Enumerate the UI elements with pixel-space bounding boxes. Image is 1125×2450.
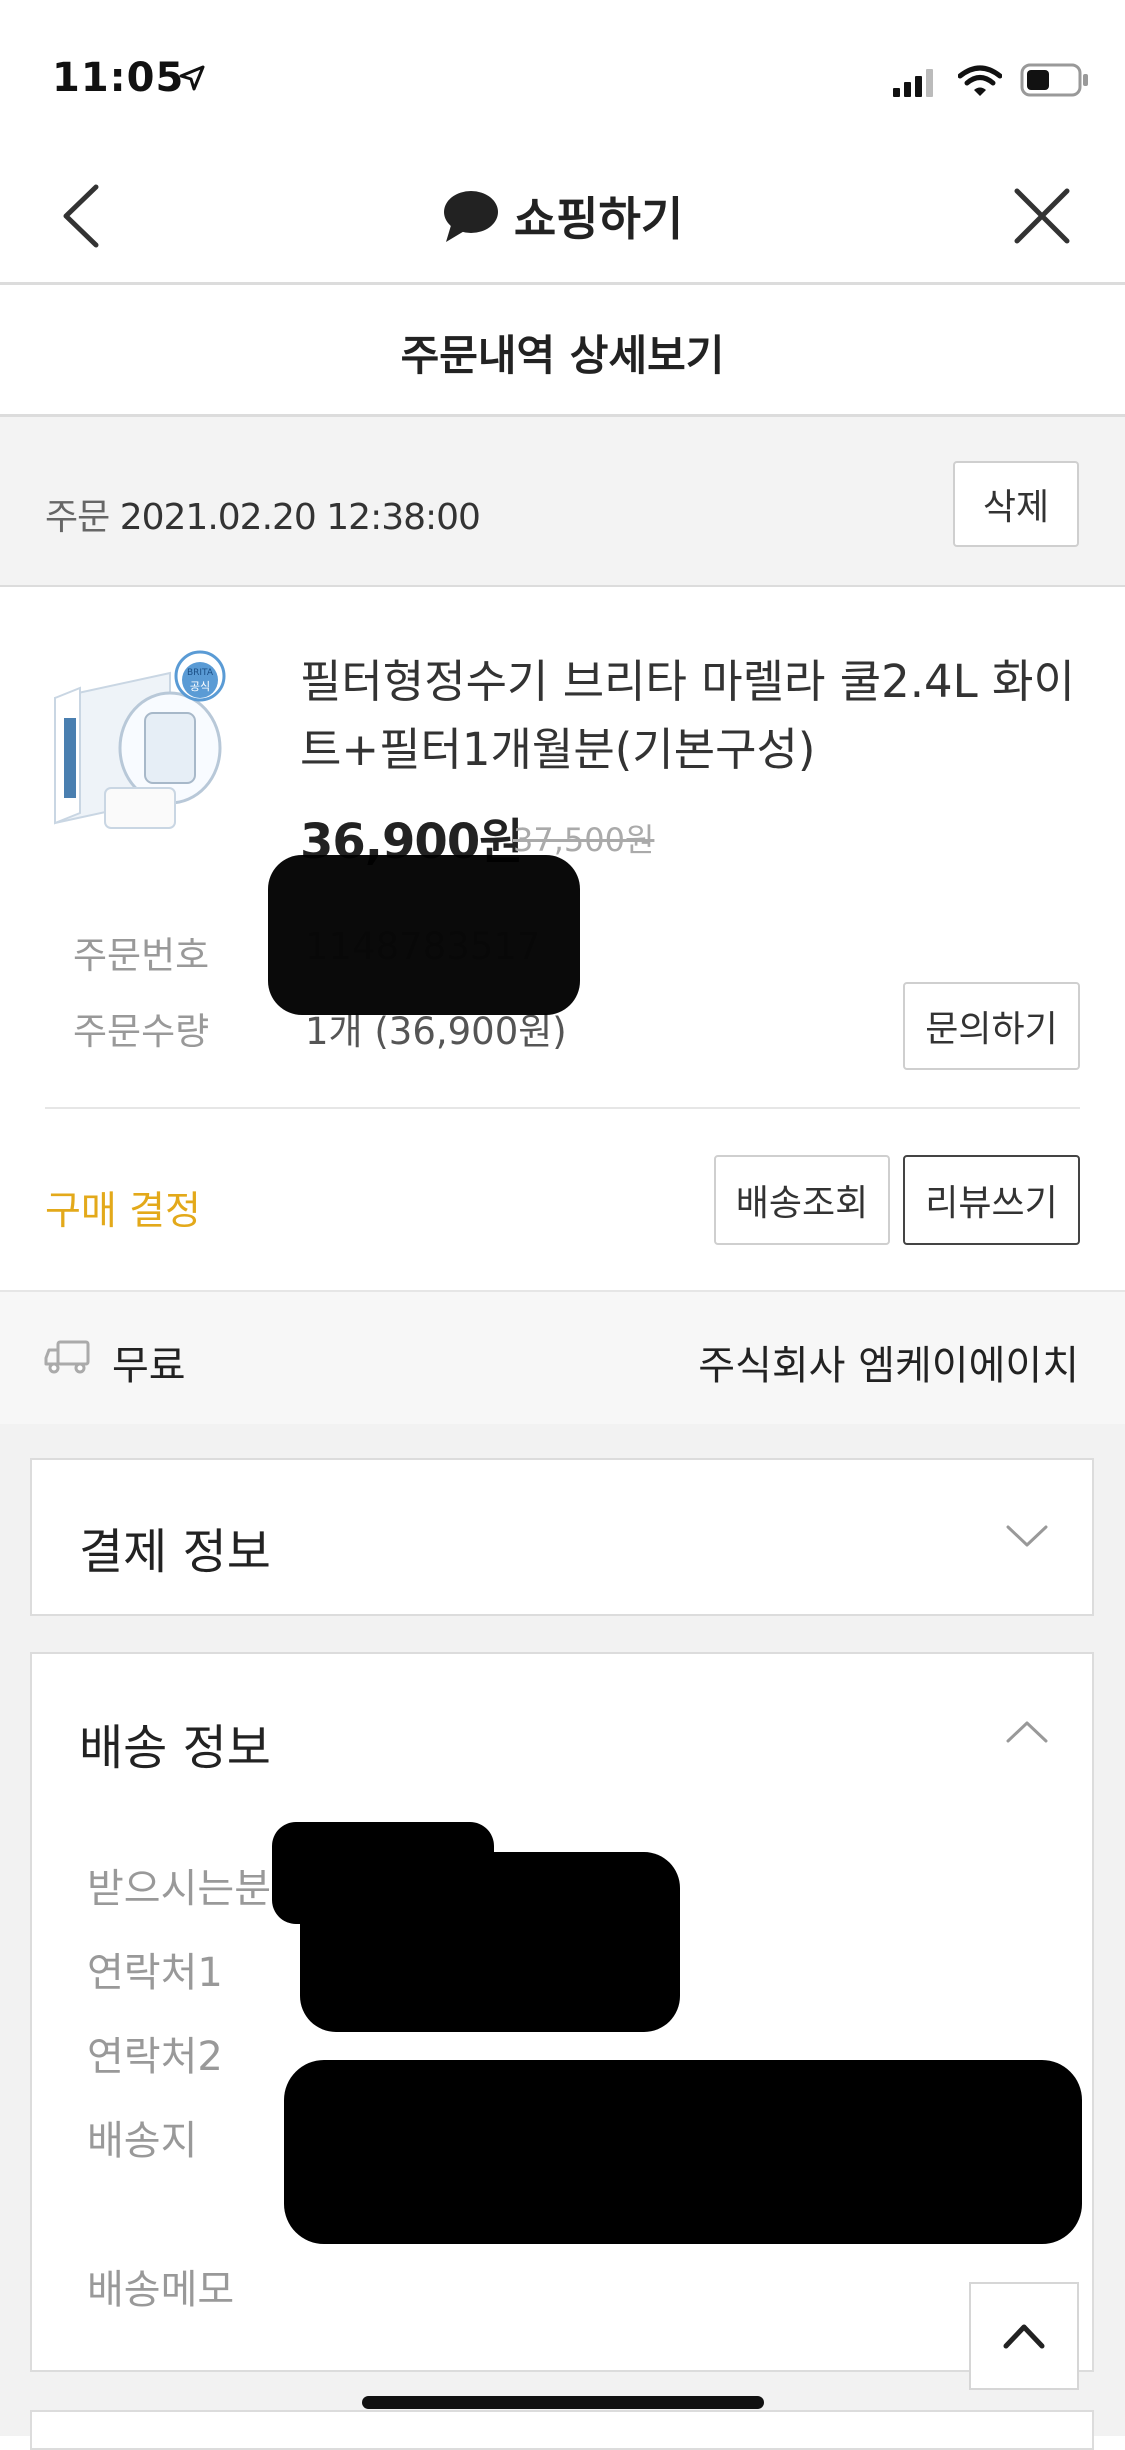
- chevron-up-icon[interactable]: [1005, 1718, 1049, 1746]
- order-datetime: 2021.02.20 12:38:00: [119, 497, 481, 538]
- close-icon[interactable]: [1013, 187, 1071, 245]
- product-image-badge-brand: BRITA: [187, 668, 214, 678]
- header-divider: [0, 282, 1125, 285]
- inquiry-button[interactable]: 문의하기: [903, 982, 1080, 1070]
- order-qty-label: 주문수량: [73, 1010, 210, 1053]
- contact1-label: 연락처1: [87, 1950, 223, 1996]
- delete-button[interactable]: 삭제: [953, 461, 1079, 547]
- header-title: 쇼핑하기: [513, 192, 684, 246]
- product-divider: [45, 1107, 1080, 1109]
- location-arrow-icon: [179, 65, 205, 91]
- product-name[interactable]: 필터형정수기 브리타 마렐라 쿨2.4L 화이트+필터1개월분(기본구성): [300, 648, 1090, 784]
- header-title-group: 쇼핑하기: [0, 183, 1125, 249]
- delivery-info-title: 배송 정보: [79, 1720, 271, 1776]
- recipient-label: 받으시는분: [87, 1866, 271, 1912]
- contact2-label: 연락처2: [87, 2034, 223, 2080]
- battery-icon: [1020, 63, 1088, 97]
- home-indicator[interactable]: [362, 2396, 764, 2409]
- wifi-icon: [958, 65, 1002, 96]
- redaction-mark: [284, 2060, 1082, 2244]
- redaction-mark: [268, 855, 580, 1015]
- order-number-label: 주문번호: [73, 934, 210, 977]
- chat-bubble-icon: [443, 191, 498, 242]
- shipping-fee: 무료: [112, 1343, 186, 1389]
- track-delivery-button[interactable]: 배송조회: [714, 1155, 890, 1245]
- product-image-badge-official: 공식: [190, 680, 210, 693]
- write-review-button[interactable]: 리뷰쓰기: [903, 1155, 1080, 1245]
- next-panel: [30, 2410, 1094, 2450]
- scroll-top-button[interactable]: [969, 2282, 1079, 2390]
- redaction-mark: [300, 1852, 680, 2032]
- order-date-label: 주문: [45, 497, 110, 538]
- order-date: 주문 2021.02.20 12:38:00: [45, 488, 481, 540]
- chevron-down-icon[interactable]: [1005, 1522, 1049, 1550]
- page-title: 주문내역 상세보기: [400, 331, 725, 380]
- purchase-status: 구매 결정: [45, 1189, 201, 1234]
- address-label: 배송지: [87, 2118, 198, 2164]
- signal-icon: [893, 69, 933, 97]
- truck-icon: [44, 1340, 90, 1374]
- payment-info-title: 결제 정보: [79, 1524, 271, 1580]
- status-time: 11:05: [52, 55, 185, 101]
- arrow-up-icon: [1003, 2324, 1045, 2349]
- product-image[interactable]: BRITA 공식: [50, 648, 250, 848]
- delivery-memo-label: 배송메모: [87, 2267, 235, 2313]
- seller-name: 주식회사 엠케이에이치: [698, 1343, 1079, 1389]
